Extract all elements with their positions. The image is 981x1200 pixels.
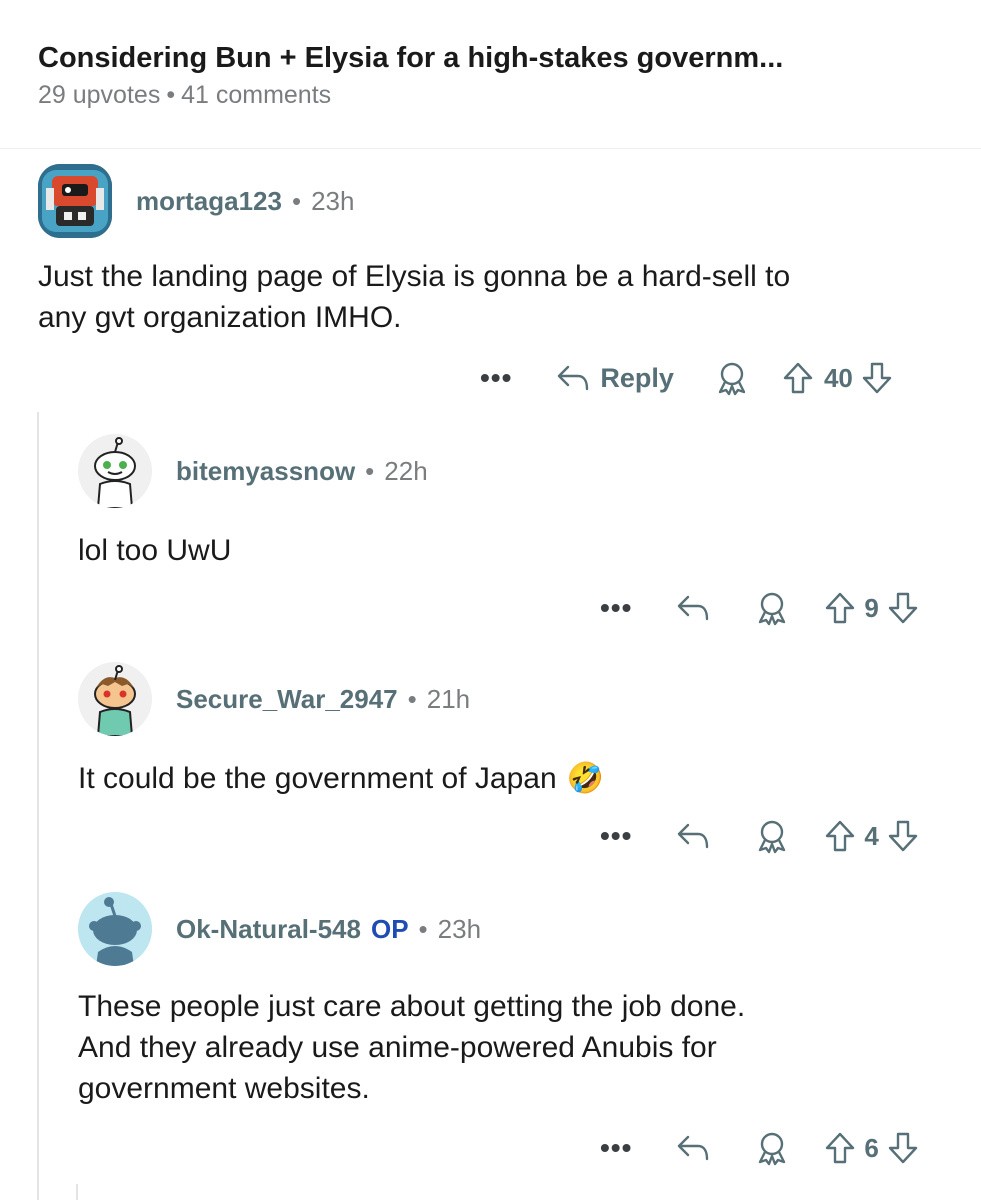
comment: Ok-Natural-548 OP • 23h These people jus… xyxy=(78,892,958,1192)
reply-arrow-icon xyxy=(678,823,709,849)
more-options-icon[interactable]: ••• xyxy=(600,820,632,852)
comment: bitemyassnow • 22h lol too UwU ••• 9 xyxy=(78,434,958,634)
avatar[interactable] xyxy=(78,892,152,966)
comment-username[interactable]: mortaga123 xyxy=(136,186,282,217)
upvote-button[interactable] xyxy=(824,591,856,625)
snoo-avatar-icon xyxy=(78,434,152,508)
award-icon xyxy=(759,820,786,854)
comment-body-line: lol too UwU xyxy=(78,534,232,567)
comment-header: mortaga123 • 23h xyxy=(38,164,354,238)
reply-label: Reply xyxy=(600,362,674,393)
downvote-button[interactable] xyxy=(887,819,919,853)
meta-separator: • xyxy=(166,81,176,109)
downvote-arrow-icon xyxy=(888,820,918,852)
thread-line[interactable] xyxy=(37,412,39,1200)
more-options-icon[interactable]: ••• xyxy=(480,362,512,394)
reply-button[interactable] xyxy=(676,593,710,623)
comment-body: Just the landing page of Elysia is gonna… xyxy=(38,256,790,338)
reply-arrow-icon xyxy=(678,1135,709,1161)
upvote-arrow-icon xyxy=(783,362,813,394)
upvote-button[interactable] xyxy=(824,819,856,853)
upvote-button[interactable] xyxy=(782,361,814,395)
downvote-arrow-icon xyxy=(862,362,892,394)
post-title[interactable]: Considering Bun + Elysia for a high-stak… xyxy=(38,38,958,78)
award-button[interactable] xyxy=(754,1130,790,1166)
upvote-arrow-icon xyxy=(826,820,855,852)
meta-separator: • xyxy=(365,455,375,486)
reply-button[interactable] xyxy=(676,821,710,851)
avatar[interactable] xyxy=(78,434,152,508)
comment-body-line: government websites. xyxy=(78,1072,370,1105)
vote-count: 40 xyxy=(823,362,853,393)
award-icon xyxy=(718,362,746,396)
comment-header: Ok-Natural-548 OP • 23h xyxy=(78,892,481,966)
post-meta: 29 upvotes • 41 comments xyxy=(38,78,958,112)
vote-count: 9 xyxy=(864,592,879,623)
comment-timestamp: 23h xyxy=(437,913,482,944)
comment-username[interactable]: Ok-Natural-548 xyxy=(176,914,361,945)
comment-count: 41 comments xyxy=(181,81,332,109)
comment-username[interactable]: Secure_War_2947 xyxy=(176,684,398,715)
comment-actions: ••• 9 xyxy=(600,590,919,626)
award-button[interactable] xyxy=(754,590,790,626)
reply-arrow-icon xyxy=(678,595,709,621)
downvote-button[interactable] xyxy=(887,1131,919,1165)
more-options-icon[interactable]: ••• xyxy=(600,1132,632,1164)
upvote-count: 29 upvotes xyxy=(38,81,161,109)
upvote-arrow-icon xyxy=(826,592,855,624)
comment-body-line: Just the landing page of Elysia is gonna… xyxy=(38,260,791,293)
comment-body-line: It could be the government of Japan xyxy=(78,762,557,795)
award-button[interactable] xyxy=(754,818,790,854)
reply-button[interactable]: Reply xyxy=(556,363,674,394)
comment-actions: ••• 6 xyxy=(600,1130,919,1166)
comment-body-line: And they already use anime-powered Anubi… xyxy=(78,1031,717,1064)
meta-separator: • xyxy=(407,683,417,714)
comment-timestamp: 23h xyxy=(311,185,355,216)
snoo-avatar-icon xyxy=(78,662,152,736)
post-header: Considering Bun + Elysia for a high-stak… xyxy=(38,38,958,112)
avatar[interactable] xyxy=(38,164,112,238)
award-button[interactable] xyxy=(714,360,750,396)
vote-count: 6 xyxy=(864,1132,879,1163)
award-icon xyxy=(759,592,786,626)
downvote-button[interactable] xyxy=(887,591,919,625)
comment-header: bitemyassnow • 22h xyxy=(78,434,428,508)
comment-body: It could be the government of Japan 🤣 xyxy=(78,758,604,799)
comment-actions: ••• Reply 40 xyxy=(480,360,893,396)
robot-avatar-icon xyxy=(38,164,112,238)
snoo-avatar-icon xyxy=(78,892,152,966)
more-options-icon[interactable]: ••• xyxy=(600,592,632,624)
comment-actions: ••• 4 xyxy=(600,818,919,854)
comment-username[interactable]: bitemyassnow xyxy=(176,456,355,487)
downvote-arrow-icon xyxy=(888,592,918,624)
upvote-button[interactable] xyxy=(824,1131,856,1165)
comment-body-line: any gvt organization IMHO. xyxy=(38,301,402,334)
downvote-arrow-icon xyxy=(888,1132,918,1164)
comment: mortaga123 • 23h Just the landing page o… xyxy=(38,164,958,404)
header-divider xyxy=(0,148,981,149)
vote-count: 4 xyxy=(864,820,879,851)
comment: Secure_War_2947 • 21h It could be the go… xyxy=(78,662,958,862)
downvote-button[interactable] xyxy=(861,361,893,395)
op-badge: OP xyxy=(370,913,409,944)
rofl-emoji: 🤣 xyxy=(566,762,605,795)
comment-body: lol too UwU xyxy=(78,530,231,571)
reply-arrow-icon xyxy=(558,365,589,391)
meta-separator: • xyxy=(291,185,302,216)
upvote-arrow-icon xyxy=(826,1132,855,1164)
avatar[interactable] xyxy=(78,662,152,736)
comment-body: These people just care about getting the… xyxy=(78,986,745,1109)
comment-body-line: These people just care about getting the… xyxy=(78,990,746,1023)
comment-timestamp: 22h xyxy=(384,455,428,486)
meta-separator: • xyxy=(418,913,428,944)
comment-header: Secure_War_2947 • 21h xyxy=(78,662,470,736)
award-icon xyxy=(759,1132,786,1166)
comment-timestamp: 21h xyxy=(426,683,471,714)
reply-button[interactable] xyxy=(676,1133,710,1163)
